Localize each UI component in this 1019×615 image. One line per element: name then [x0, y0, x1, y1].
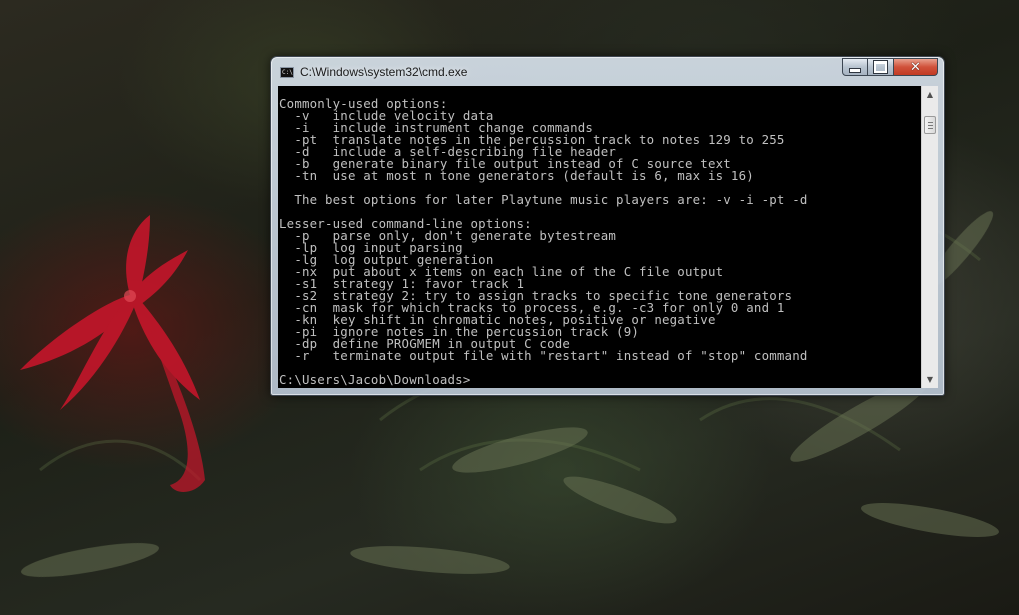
- console-icon[interactable]: C:\: [280, 67, 294, 78]
- grip-line: [928, 125, 933, 126]
- close-button[interactable]: ✕: [894, 58, 938, 76]
- maximize-icon: [873, 60, 888, 74]
- cmd-window: C:\ C:\Windows\system32\cmd.exe ✕ Common…: [270, 56, 945, 396]
- console-line: -tn use at most n tone generators (defau…: [279, 168, 754, 183]
- scroll-down-button[interactable]: ▼: [922, 371, 938, 388]
- scroll-up-button[interactable]: ▲: [922, 86, 938, 103]
- vertical-scrollbar[interactable]: ▲ ▼: [921, 86, 938, 388]
- window-title: C:\Windows\system32\cmd.exe: [300, 65, 468, 79]
- scroll-thumb[interactable]: [924, 116, 936, 134]
- title-bar[interactable]: C:\ C:\Windows\system32\cmd.exe ✕: [271, 57, 944, 85]
- minimize-icon: [849, 67, 861, 73]
- maximize-button[interactable]: [868, 58, 894, 76]
- console-line: -r terminate output file with "restart" …: [279, 348, 808, 363]
- caption-buttons: ✕: [842, 58, 938, 76]
- console-text: Commonly-used options: -v include veloci…: [278, 86, 921, 386]
- grip-line: [928, 122, 933, 123]
- console-line: The best options for later Playtune musi…: [279, 192, 808, 207]
- command-prompt: C:\Users\Jacob\Downloads>: [279, 372, 471, 387]
- up-arrow-icon: ▲: [926, 90, 934, 99]
- console-output[interactable]: Commonly-used options: -v include veloci…: [278, 86, 921, 388]
- minimize-button[interactable]: [842, 58, 868, 76]
- down-arrow-icon: ▼: [926, 375, 934, 384]
- grip-line: [928, 128, 933, 129]
- close-icon: ✕: [910, 59, 921, 75]
